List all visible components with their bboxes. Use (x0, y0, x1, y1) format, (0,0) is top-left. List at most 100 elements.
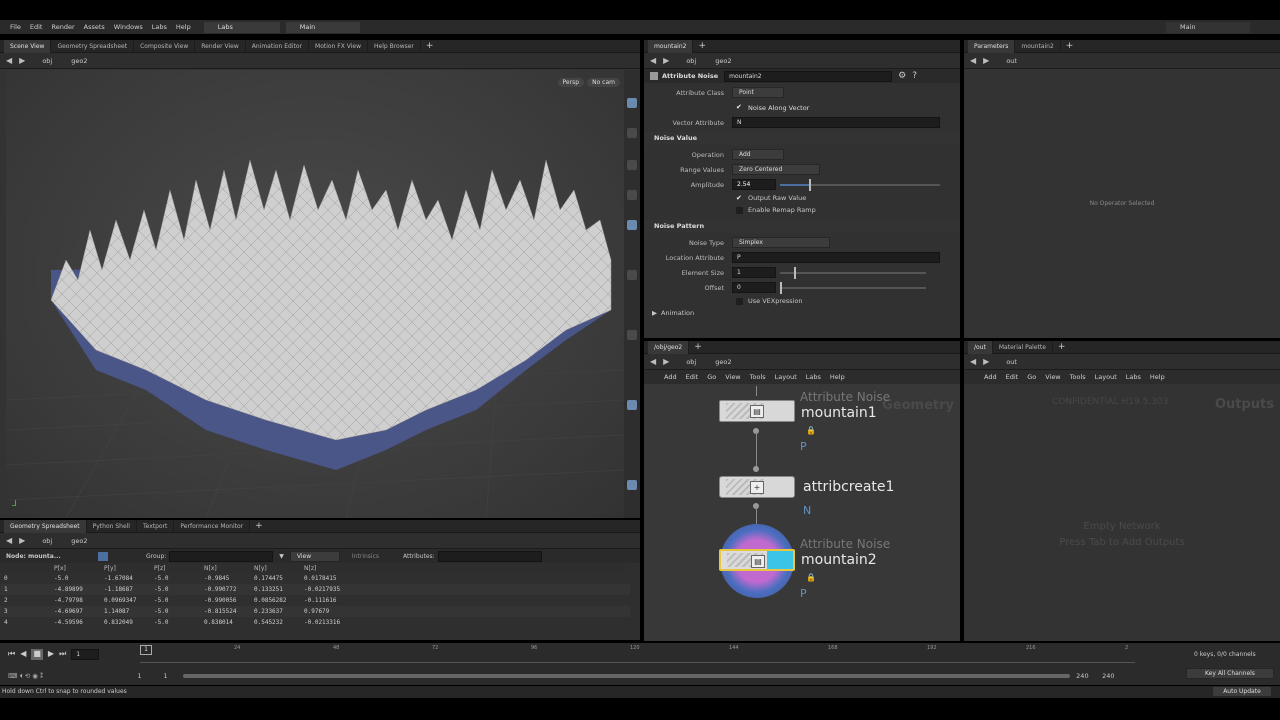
tab-spreadsheet[interactable]: Geometry Spreadsheet (4, 519, 87, 533)
sheet-attributes-field[interactable] (437, 550, 542, 562)
tool-snap-icon[interactable] (627, 160, 637, 170)
tool-ghost-icon[interactable] (627, 330, 637, 340)
forward-arrow-icon[interactable]: ▶ (19, 56, 25, 65)
playhead[interactable]: 1 (140, 645, 152, 655)
menu-file[interactable]: File (10, 23, 21, 31)
node2-name[interactable]: attribcreate1 (803, 479, 894, 495)
tab-material-palette[interactable]: Material Palette (993, 340, 1053, 354)
amplitude-slider-handle[interactable] (808, 178, 811, 191)
range-start-field[interactable]: 1 (138, 672, 164, 680)
offset-field[interactable]: 0 (732, 282, 776, 293)
net-menu-tools[interactable]: Tools (750, 373, 766, 381)
tab-out[interactable]: /out (968, 340, 993, 354)
row-animation[interactable]: ▶ Animation (644, 307, 960, 319)
range-slider[interactable] (183, 674, 1071, 678)
tab-motion-fx-view[interactable]: Motion FX View (309, 39, 368, 53)
sheet-path-geo[interactable]: geo2 (71, 537, 87, 545)
section-noise-value[interactable]: Noise Value (644, 132, 960, 145)
right-path[interactable]: out (1006, 57, 1017, 65)
sheet-forward-icon[interactable]: ▶ (19, 536, 25, 545)
out-menu-go[interactable]: Go (1027, 373, 1036, 381)
params-path-root[interactable]: obj (686, 57, 696, 65)
help-icon[interactable]: ? (912, 71, 917, 81)
noise-along-vector-checkbox[interactable]: ✔ (736, 104, 743, 111)
tool-camera-icon[interactable] (627, 480, 637, 490)
desktop-select[interactable]: Labs (203, 21, 280, 33)
table-row[interactable]: 0 -5.0 -1.67084 -5.0 -0.9845 0.174475 0.017841… (0, 573, 630, 584)
tab-render-view[interactable]: Render View (195, 39, 246, 53)
element-size-slider[interactable] (780, 266, 926, 279)
sheet-points-icon[interactable] (98, 551, 108, 561)
net-menu-view[interactable]: View (725, 373, 740, 381)
auto-update-button[interactable]: Auto Update (1212, 686, 1272, 697)
net-menu-add[interactable]: Add (664, 373, 677, 381)
menu-windows[interactable]: Windows (114, 23, 143, 31)
attribute-class-dropdown[interactable]: Point (732, 87, 784, 98)
tool-shade-icon[interactable] (627, 270, 637, 280)
tab-animation-editor[interactable]: Animation Editor (246, 39, 310, 53)
jump-end-icon[interactable]: ⏭ (59, 649, 66, 660)
persp-button[interactable]: Persp (557, 78, 584, 87)
range-end2-field[interactable]: 240 (1102, 672, 1128, 680)
menu-edit[interactable]: Edit (30, 23, 43, 31)
shelf-select[interactable]: Main (285, 21, 360, 33)
tab-composite-view[interactable]: Composite View (134, 39, 196, 53)
node3-display-flag[interactable] (767, 551, 793, 569)
step-back-icon[interactable]: ◀ (20, 649, 26, 660)
tab-params-mountain2[interactable]: mountain2 (648, 39, 694, 53)
tab-geometry-spreadsheet[interactable]: Geometry Spreadsheet (51, 39, 135, 53)
tool-view-icon[interactable] (627, 400, 637, 410)
table-row[interactable]: 2 -4.79798 0.0969347 -5.0 -0.990056 0.0856282… (0, 595, 630, 606)
add-right-tab-button[interactable]: + (1061, 40, 1079, 53)
range-values-dropdown[interactable]: Zero Centered (732, 164, 820, 175)
col-px[interactable]: P[x] (50, 563, 100, 573)
menu-assets[interactable]: Assets (84, 23, 105, 31)
out-back-icon[interactable]: ◀ (970, 357, 976, 366)
range-tools[interactable]: ⌨ ⏴ ⟲ ◉ ⁑ (8, 672, 138, 681)
stop-icon[interactable]: ■ (31, 649, 43, 660)
col-nz[interactable]: N[z] (300, 563, 630, 573)
tab-obj-geo2[interactable]: /obj/geo2 (648, 340, 690, 354)
tab-textport[interactable]: Textport (137, 519, 175, 533)
col-pz[interactable]: P[z] (150, 563, 200, 573)
menu-render[interactable]: Render (51, 23, 74, 31)
node-name-field[interactable]: mountain2 (724, 70, 893, 82)
out-menu-tools[interactable]: Tools (1070, 373, 1086, 381)
net-menu-help[interactable]: Help (830, 373, 845, 381)
params-forward-icon[interactable]: ▶ (663, 56, 669, 65)
net-path-root[interactable]: obj (686, 358, 696, 366)
tab-right-mountain2[interactable]: mountain2 (1015, 39, 1061, 53)
use-vex-checkbox[interactable] (736, 297, 743, 305)
params-path-geo[interactable]: geo2 (715, 57, 731, 65)
table-row[interactable]: 3 -4.69697 1.14087 -5.0 -0.815524 0.233637 0.9… (0, 606, 630, 617)
path-geo[interactable]: geo2 (71, 57, 87, 65)
right-back-icon[interactable]: ◀ (970, 56, 976, 65)
sheet-back-icon[interactable]: ◀ (6, 536, 12, 545)
range-start2-field[interactable]: 1 (163, 672, 183, 680)
right-forward-icon[interactable]: ▶ (983, 56, 989, 65)
net-menu-edit[interactable]: Edit (686, 373, 699, 381)
tool-select-icon[interactable] (627, 98, 637, 108)
offset-slider[interactable] (780, 281, 926, 294)
current-frame-field[interactable]: 1 (71, 649, 100, 660)
operation-dropdown[interactable]: Add (732, 149, 784, 160)
path-root[interactable]: obj (42, 57, 52, 65)
sheet-group-field[interactable] (169, 550, 274, 562)
node-mountain1[interactable]: ▤ (719, 400, 795, 422)
tool-display-icon[interactable] (627, 220, 637, 230)
node-attribcreate1[interactable]: + (719, 476, 795, 498)
output-raw-checkbox[interactable]: ✔ (736, 194, 743, 202)
jump-start-icon[interactable]: ⏮ (8, 649, 15, 660)
out-menu-help[interactable]: Help (1150, 373, 1165, 381)
col-ny[interactable]: N[y] (250, 563, 300, 573)
network-canvas[interactable]: Geometry Attribute Noise ▤ mountain1 🔒 P… (644, 386, 960, 641)
camera-button[interactable]: No cam (587, 78, 620, 87)
sheet-intrinsics[interactable]: Intrinsics (352, 553, 379, 560)
col-index[interactable] (0, 563, 50, 573)
out-forward-icon[interactable]: ▶ (983, 357, 989, 366)
element-size-field[interactable]: 1 (732, 267, 776, 278)
out-menu-layout[interactable]: Layout (1095, 373, 1117, 381)
back-arrow-icon[interactable]: ◀ (6, 56, 12, 65)
net-menu-layout[interactable]: Layout (775, 373, 797, 381)
tab-python-shell[interactable]: Python Shell (87, 519, 137, 533)
